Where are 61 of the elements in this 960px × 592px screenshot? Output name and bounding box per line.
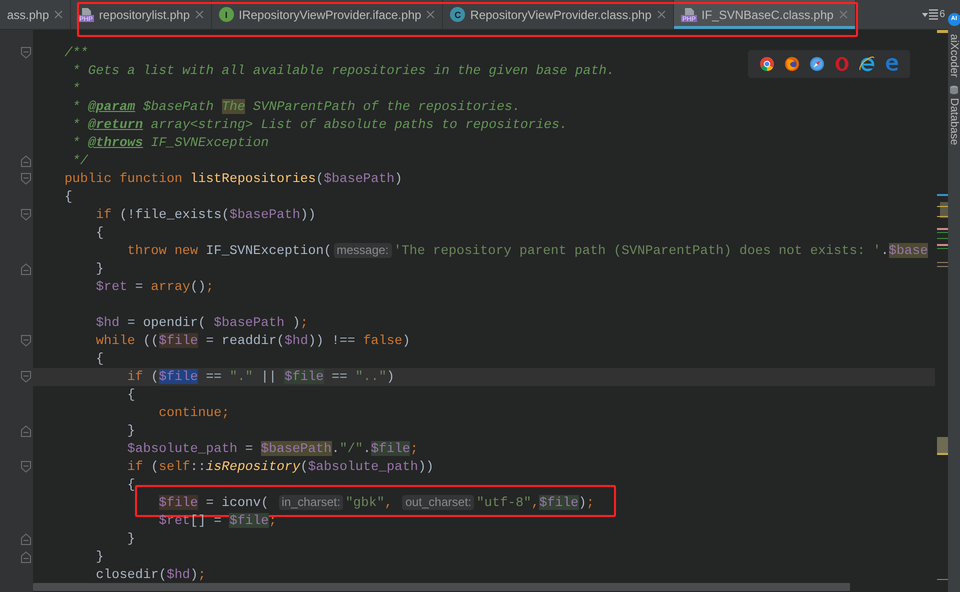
close-icon[interactable] [194,10,204,19]
fold-icon[interactable] [21,47,31,59]
tab-overflow-button[interactable]: 6 [919,0,948,29]
fold-icon[interactable] [21,155,31,167]
code-line: { [63,188,72,206]
code-line: if ($file == "." || $file == "..") [126,368,395,386]
code-line: if (self::isRepository($absolute_path)) [126,458,434,476]
fold-icon[interactable] [21,551,31,563]
code-line: * @return array<string> List of absolute paths to repositories. [71,116,568,134]
code-line: { [94,350,104,368]
code-line: $absolute_path = $basePath."/".$file; [126,440,418,458]
close-icon[interactable] [54,10,64,19]
database-icon [949,85,959,96]
code-line: /** [63,44,88,62]
interface-icon: I [218,7,234,22]
fold-icon[interactable] [21,425,31,437]
code-line: { [126,386,136,404]
code-line: while (($file = readdir($hd)) !== false) [94,332,410,350]
tool-window-button[interactable]: Database [948,85,960,146]
browser-icon[interactable] [758,56,774,72]
code-line: if (!file_exists($basePath)) [94,206,316,224]
close-icon[interactable] [426,10,436,19]
fold-icon[interactable] [21,263,31,275]
fold-icon[interactable] [21,209,31,221]
fold-icon[interactable] [21,371,31,383]
fold-icon[interactable] [21,461,31,473]
editor-tab[interactable]: C RepositoryViewProvider.class.php [443,0,674,29]
class-icon: C [450,7,466,22]
list-icon [929,9,938,20]
code-line: } [94,548,104,566]
code-line: * @throws IF_SVNException [71,134,269,152]
browser-icon[interactable] [808,56,824,72]
code-line: $ret = array(); [94,278,214,296]
code-line: $hd = opendir( $basePath ); [94,314,308,332]
code-line: } [126,530,136,548]
scrollbar-thumb[interactable] [33,583,850,591]
browser-icon[interactable] [784,56,800,72]
code-line: } [126,422,136,440]
code-line: } [94,260,104,278]
code-line: $ret[] = $file; [158,512,277,530]
code-line: * Gets a list with all available repositories in the given base path. [71,62,614,80]
close-icon[interactable] [656,10,666,19]
code-line: */ [71,152,88,170]
fold-icon[interactable] [21,533,31,545]
fold-icon[interactable] [21,335,31,347]
fold-icon[interactable] [21,173,31,185]
browser-icon[interactable] [858,56,874,72]
caret-icon [922,11,928,18]
code-line: { [94,224,104,242]
editor-tab[interactable]: I IRepositoryViewProvider.iface.php [212,0,444,29]
close-icon[interactable] [838,10,848,19]
code-line: { [126,476,136,494]
code-line: closedir($hd); [94,566,206,584]
code-line: continue; [158,404,230,422]
editor-tab[interactable]: ass.php [0,0,72,29]
tool-window-button[interactable]: aiXcoder [948,34,960,78]
code-line: $file = iconv( in_charset: "gbk", out_charset: "utf-8",$file); [158,494,594,512]
code-line: * @param $basePath The SVNParentPath of the repositories. [71,98,520,116]
code-line: * [71,80,80,98]
code-line: public function listRepositories($basePath) [63,170,402,188]
code-line: throw new IF_SVNException( message: 'The repository parent path (SVNParentPath) does not exists: '.$base [126,242,928,260]
